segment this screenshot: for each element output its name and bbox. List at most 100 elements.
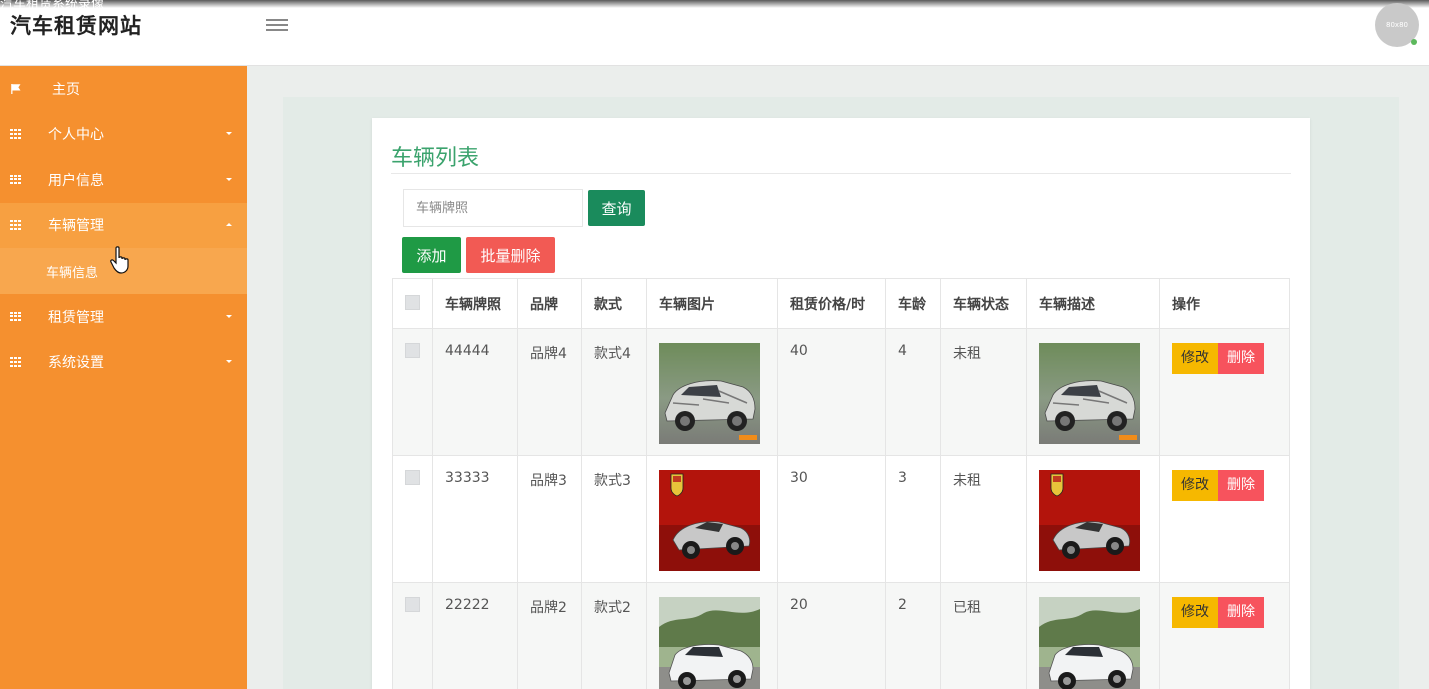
table-row: 33333 品牌3 款式3 30 3 未租 修改 删除 (392, 455, 1290, 583)
column-header: 操作 (1159, 278, 1290, 329)
sidebar-item-home[interactable]: 主页 (0, 66, 247, 112)
actions-cell: 修改 删除 (1159, 582, 1290, 689)
sidebar-item-personal-center[interactable]: 个人中心 (0, 112, 247, 158)
brand-cell: 品牌4 (517, 328, 582, 456)
grid-icon (10, 357, 22, 367)
brand-cell: 品牌2 (517, 582, 582, 689)
style-cell: 款式2 (581, 582, 647, 689)
sidebar: 主页 个人中心 用户信息 车辆管理 车辆信息 租赁管理 系统设置 (0, 66, 247, 689)
top-shade (0, 0, 1429, 8)
grid-icon (10, 174, 22, 185)
camo-suv-image[interactable] (659, 343, 760, 444)
actions-cell: 修改 删除 (1159, 328, 1290, 456)
description-cell (1026, 328, 1160, 456)
top-bar: 汽车租赁系统录像 汽车租赁网站 80x80 (0, 0, 1429, 66)
style-cell: 款式3 (581, 455, 647, 583)
column-header: 车辆状态 (940, 278, 1027, 329)
white-suv-image[interactable] (659, 597, 760, 689)
select-all-checkbox[interactable] (405, 295, 420, 310)
avatar[interactable]: 80x80 (1375, 3, 1419, 47)
sidebar-item-label: 租赁管理 (48, 309, 104, 326)
row-checkbox[interactable] (405, 343, 420, 358)
column-header: 品牌 (517, 278, 582, 329)
sidebar-item-label: 主页 (52, 81, 80, 98)
column-header: 车龄 (885, 278, 941, 329)
grid-icon (10, 311, 22, 322)
batch-delete-button[interactable]: 批量删除 (466, 237, 555, 273)
caret-up-icon (226, 223, 232, 227)
query-button[interactable]: 查询 (588, 190, 645, 226)
table-row: 44444 品牌4 款式4 40 4 未租 修改 删除 (392, 328, 1290, 456)
hand-cursor-icon (110, 246, 129, 274)
vehicle-table: 车辆牌照 品牌 款式 车辆图片 租赁价格/时 车龄 车辆状态 车辆描述 操作 4… (392, 278, 1290, 689)
status-cell: 未租 (940, 455, 1027, 583)
edit-button[interactable]: 修改 (1172, 343, 1218, 374)
title-divider (391, 173, 1291, 174)
description-cell (1026, 582, 1160, 689)
description-cell (1026, 455, 1160, 583)
style-cell: 款式4 (581, 328, 647, 456)
sidebar-item-label: 车辆管理 (48, 218, 104, 235)
grid-icon (10, 220, 22, 230)
sidebar-item-vehicle-management[interactable]: 车辆管理 (0, 202, 247, 248)
column-header: 车辆牌照 (432, 278, 518, 329)
sidebar-item-user-info[interactable]: 用户信息 (0, 157, 247, 203)
age-cell: 2 (885, 582, 941, 689)
caret-down-icon (226, 314, 232, 318)
row-select-cell (392, 582, 433, 689)
search-input[interactable] (403, 189, 583, 227)
row-select-cell (392, 455, 433, 583)
online-status-icon (1411, 39, 1417, 45)
delete-button[interactable]: 删除 (1218, 597, 1264, 628)
column-header: 车辆图片 (646, 278, 778, 329)
camo-suv-image[interactable] (1039, 343, 1140, 444)
column-header: 车辆描述 (1026, 278, 1160, 329)
delete-button[interactable]: 删除 (1218, 343, 1264, 374)
caret-down-icon (226, 132, 232, 136)
table-header-row: 车辆牌照 品牌 款式 车辆图片 租赁价格/时 车龄 车辆状态 车辆描述 操作 (392, 278, 1290, 329)
brand-cell: 品牌3 (517, 455, 582, 583)
silver-sports-car-image[interactable] (659, 470, 760, 571)
vehicle-list-card: 车辆列表 查询 添加 批量删除 车辆牌照 品牌 款式 车辆图片 租赁价格/时 车… (372, 118, 1310, 689)
price-cell: 30 (777, 455, 886, 583)
add-button[interactable]: 添加 (402, 237, 461, 273)
sidebar-item-label: 用户信息 (48, 172, 104, 189)
row-select-cell (392, 328, 433, 456)
sidebar-item-label: 个人中心 (48, 127, 104, 144)
table-row: 22222 品牌2 款式2 20 2 已租 修改 删除 (392, 582, 1290, 689)
image-cell (646, 328, 778, 456)
status-cell: 已租 (940, 582, 1027, 689)
plate-cell: 44444 (432, 328, 518, 456)
avatar-placeholder-text: 80x80 (1386, 21, 1408, 29)
plate-cell: 22222 (432, 582, 518, 689)
flag-icon (11, 83, 21, 94)
image-cell (646, 455, 778, 583)
page-title: 车辆列表 (391, 146, 480, 171)
header-select-all (392, 278, 433, 329)
edit-button[interactable]: 修改 (1172, 597, 1218, 628)
age-cell: 3 (885, 455, 941, 583)
delete-button[interactable]: 删除 (1218, 470, 1264, 501)
price-cell: 20 (777, 582, 886, 689)
row-checkbox[interactable] (405, 597, 420, 612)
silver-sports-car-image[interactable] (1039, 470, 1140, 571)
image-cell (646, 582, 778, 689)
grid-icon (10, 129, 22, 139)
sidebar-item-label: 系统设置 (48, 355, 104, 372)
column-header: 款式 (581, 278, 647, 329)
caret-down-icon (226, 177, 232, 181)
actions-cell: 修改 删除 (1159, 455, 1290, 583)
plate-cell: 33333 (432, 455, 518, 583)
sidebar-item-system-settings[interactable]: 系统设置 (0, 340, 247, 386)
age-cell: 4 (885, 328, 941, 456)
edit-button[interactable]: 修改 (1172, 470, 1218, 501)
site-title: 汽车租赁网站 (10, 14, 142, 38)
white-suv-image[interactable] (1039, 597, 1140, 689)
price-cell: 40 (777, 328, 886, 456)
sidebar-item-rental-management[interactable]: 租赁管理 (0, 294, 247, 340)
column-header: 租赁价格/时 (777, 278, 886, 329)
caret-down-icon (226, 360, 232, 364)
hamburger-menu-icon[interactable] (266, 16, 288, 34)
row-checkbox[interactable] (405, 470, 420, 485)
status-cell: 未租 (940, 328, 1027, 456)
